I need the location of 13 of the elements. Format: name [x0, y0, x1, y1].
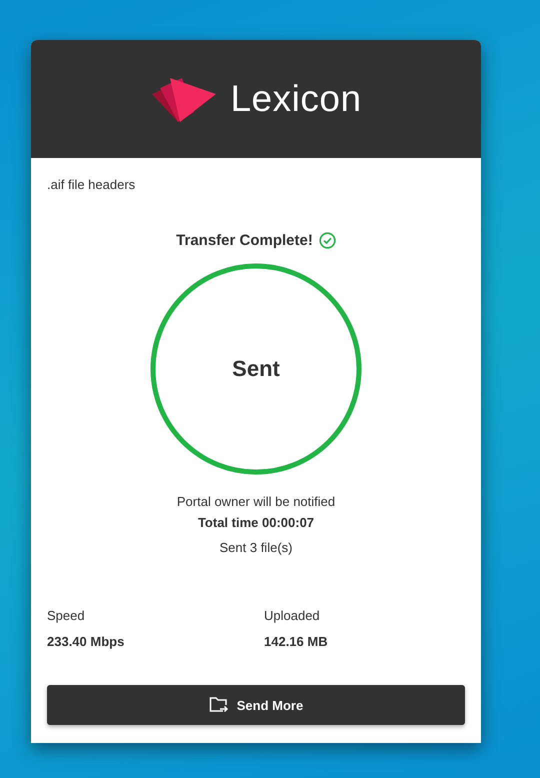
status-title: Transfer Complete!: [176, 232, 313, 248]
file-name: .aif file headers: [47, 177, 136, 193]
status-message: Sent 3 file(s): [220, 539, 292, 557]
folder-arrow-icon: [208, 696, 229, 714]
status-message: Total time 00:00:07: [198, 514, 314, 532]
logo-text: Lexicon: [230, 78, 362, 120]
send-more-button[interactable]: Send More: [47, 685, 465, 725]
stat-value: 233.40 Mbps: [47, 634, 126, 649]
stat-label: Uploaded: [264, 608, 321, 623]
progress-label: Sent: [232, 356, 280, 382]
stat-value: 142.16 MB: [264, 634, 329, 649]
stat-label: Speed: [47, 608, 86, 623]
status-message: Portal owner will be notified: [176, 493, 336, 511]
